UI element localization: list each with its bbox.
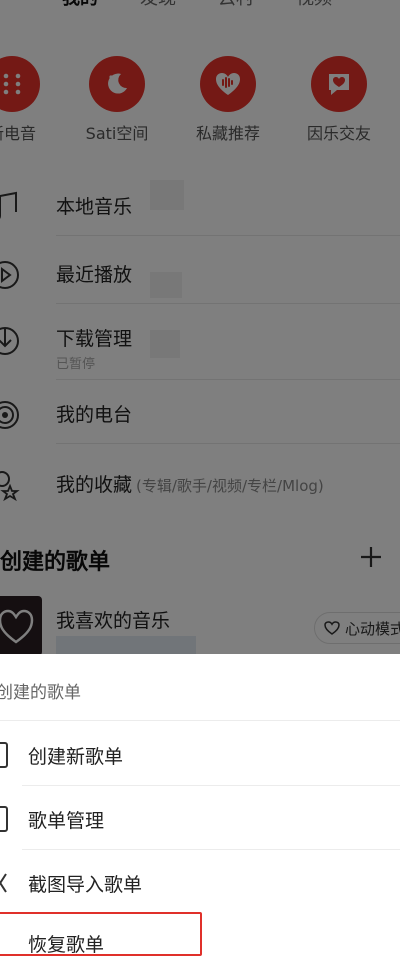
playlist-manage-icon (0, 806, 8, 832)
scissors-icon (0, 873, 7, 893)
sheet-item-restore-playlist[interactable]: 恢复歌单 (28, 930, 104, 957)
divider (0, 720, 400, 721)
sheet-item-label: 创建新歌单 (28, 746, 124, 768)
sheet-item-create-playlist[interactable]: 创建新歌单 (0, 722, 400, 786)
sheet-title: 创建的歌单 (0, 683, 81, 703)
sheet-item-label: 歌单管理 (28, 810, 105, 832)
playlist-add-icon (0, 742, 8, 768)
sheet-item-manage-playlists[interactable]: 歌单管理 (0, 786, 400, 850)
playlist-action-sheet: 创建的歌单 创建新歌单 歌单管理 截图导入歌单 恢复歌单 (0, 654, 400, 956)
sheet-item-label: 截图导入歌单 (28, 874, 143, 896)
sheet-item-import-screenshot[interactable]: 截图导入歌单 (0, 850, 400, 914)
